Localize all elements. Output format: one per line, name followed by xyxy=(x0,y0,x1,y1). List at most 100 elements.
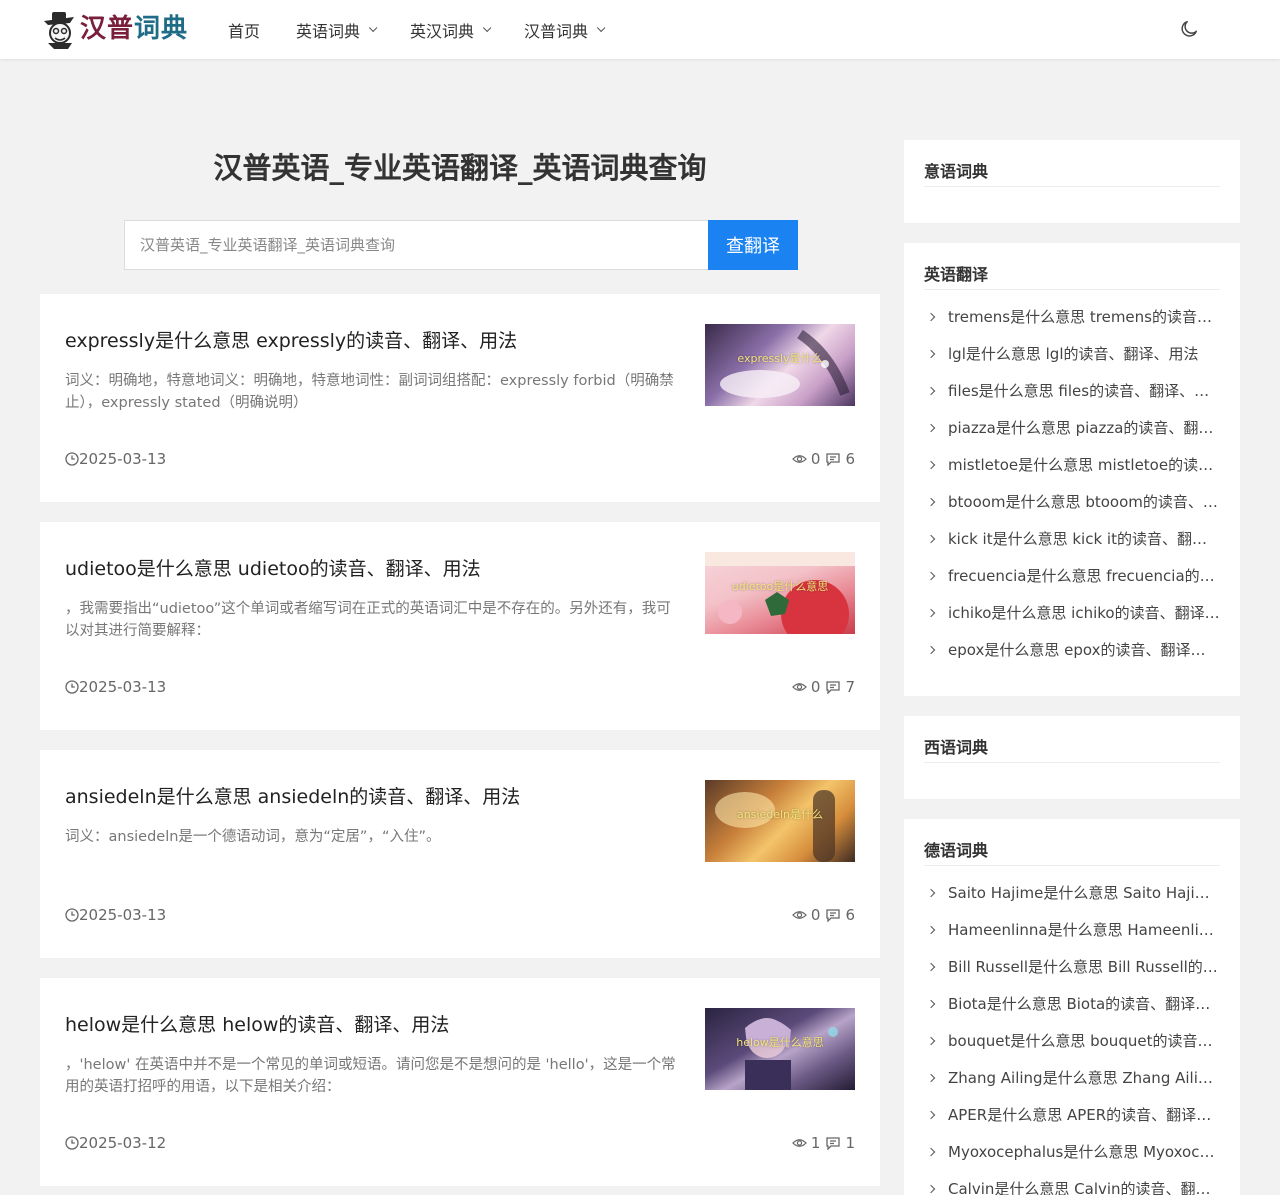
nav-item-label: 英汉词典 xyxy=(410,21,475,41)
logo-text-part-2: 词典 xyxy=(134,14,189,44)
chevron-right-icon xyxy=(926,386,936,395)
nav-item-home[interactable]: 首页 xyxy=(228,18,260,42)
widget-link[interactable]: Myoxocephalus是什么意思 Myoxocephalus的读音、翻译、用… xyxy=(924,1133,1220,1170)
widget-link[interactable]: piazza是什么意思 piazza的读音、翻译、用法 xyxy=(924,409,1220,446)
widget-link[interactable]: btooom是什么意思 btooom的读音、翻译、用法 xyxy=(924,483,1220,520)
post-stats: 0 6 xyxy=(791,906,855,924)
widget-link[interactable]: APER是什么意思 APER的读音、翻译、用法 xyxy=(924,1096,1220,1133)
search-form: 查翻译 xyxy=(124,220,798,270)
widget-link[interactable]: mistletoe是什么意思 mistletoe的读音、翻译、用法 xyxy=(924,446,1220,483)
chevron-right-icon xyxy=(926,645,936,654)
widget-link-text: Bill Russell是什么意思 Bill Russell的读音、翻译、用法 xyxy=(948,958,1220,976)
widget-link[interactable]: files是什么意思 files的读音、翻译、用法 xyxy=(924,372,1220,409)
post-list: expressly是什么意思 expressly的读音、翻译、用法 词义：明确地… xyxy=(40,294,880,1195)
post-date: 2025-03-13 xyxy=(65,906,166,924)
widget-link[interactable]: ichiko是什么意思 ichiko的读音、翻译、用法 xyxy=(924,594,1220,631)
widget-link-text: kick it是什么意思 kick it的读音、翻译、用法 xyxy=(948,530,1220,548)
post-card: expressly是什么意思 expressly的读音、翻译、用法 词义：明确地… xyxy=(40,294,880,502)
thumbnail-caption: helow是什么意思 xyxy=(736,1036,824,1049)
comment-count: 7 xyxy=(845,678,855,696)
logo-mascot-icon xyxy=(40,9,78,49)
post-title[interactable]: expressly是什么意思 expressly的读音、翻译、用法 xyxy=(65,326,685,353)
post-thumbnail[interactable]: ansiedeln是什么 xyxy=(705,780,855,862)
widget-link[interactable]: epox是什么意思 epox的读音、翻译、用法 xyxy=(924,631,1220,668)
chevron-down-icon xyxy=(482,23,492,32)
post-title[interactable]: ansiedeln是什么意思 ansiedeln的读音、翻译、用法 xyxy=(65,782,685,809)
site-logo[interactable]: 汉普词典 xyxy=(40,8,188,50)
view-count: 0 xyxy=(810,906,821,924)
widget-link[interactable]: Zhang Ailing是什么意思 Zhang Ailing的读音、翻译、用法 xyxy=(924,1059,1220,1096)
view-count: 1 xyxy=(810,1134,821,1152)
chevron-right-icon xyxy=(926,571,936,580)
widget-link-text: frecuencia是什么意思 frecuencia的读音、翻译、用法 xyxy=(948,567,1220,585)
comment-icon xyxy=(826,1136,841,1150)
widget-link[interactable]: lgl是什么意思 lgl的读音、翻译、用法 xyxy=(924,335,1220,372)
post-date: 2025-03-13 xyxy=(65,450,166,468)
nav-item-hanpu-dict[interactable]: 汉普词典 xyxy=(524,18,606,42)
comment-count: 6 xyxy=(845,906,855,924)
widget-title: 英语翻译 xyxy=(924,243,1220,290)
widget-spanish-dict: 西语词典 xyxy=(904,716,1240,799)
main-nav: 首页 英语词典 英汉词典 汉普词典 xyxy=(228,0,638,59)
nav-item-en-cn-dict[interactable]: 英汉词典 xyxy=(410,18,492,42)
eye-icon xyxy=(791,455,807,463)
post-date-text: 2025-03-13 xyxy=(79,906,167,924)
chevron-right-icon xyxy=(926,925,936,934)
post-date: 2025-03-12 xyxy=(65,1134,166,1152)
widget-link[interactable]: Saito Hajime是什么意思 Saito Hajime的读音、翻译、用法 xyxy=(924,874,1220,911)
post-stats: 0 6 xyxy=(791,450,855,468)
post-thumbnail[interactable]: udietoo是什么意思 xyxy=(705,552,855,634)
moon-icon[interactable] xyxy=(1178,18,1200,40)
widget-link[interactable]: Hameenlinna是什么意思 Hameenlinna的读音、翻译、用法 xyxy=(924,911,1220,948)
chevron-right-icon xyxy=(926,1147,936,1156)
clock-icon xyxy=(65,680,79,694)
post-excerpt: 词义：ansiedeln是一个德语动词，意为“定居”，“入住”。 xyxy=(65,829,441,845)
comment-icon xyxy=(826,680,841,694)
chevron-right-icon xyxy=(926,534,936,543)
post-title[interactable]: helow是什么意思 helow的读音、翻译、用法 xyxy=(65,1010,685,1037)
clock-icon xyxy=(65,908,79,922)
nav-item-label: 英语词典 xyxy=(296,21,361,41)
post-excerpt: ，我需要指出“udietoo”这个单词或者缩写词在正式的英语词汇中是不存在的。另… xyxy=(65,601,671,639)
widget-title: 西语词典 xyxy=(924,716,1220,763)
search-input[interactable] xyxy=(124,220,708,270)
post-date-text: 2025-03-13 xyxy=(79,450,167,468)
logo-text-part-1: 汉普 xyxy=(80,14,135,44)
post-date-text: 2025-03-12 xyxy=(79,1134,167,1152)
search-button[interactable]: 查翻译 xyxy=(708,220,798,270)
widget-link-text: piazza是什么意思 piazza的读音、翻译、用法 xyxy=(948,419,1220,437)
post-excerpt: ，'helow' 在英语中并不是一个常见的单词或短语。请问您是不是想问的是 'h… xyxy=(65,1057,676,1095)
widget-link[interactable]: tremens是什么意思 tremens的读音、翻译、用法 xyxy=(924,298,1220,335)
view-count: 0 xyxy=(810,678,821,696)
nav-item-english-dict[interactable]: 英语词典 xyxy=(296,18,378,42)
widget-title: 意语词典 xyxy=(924,140,1220,187)
chevron-down-icon xyxy=(368,23,378,32)
widget-link[interactable]: kick it是什么意思 kick it的读音、翻译、用法 xyxy=(924,520,1220,557)
post-title[interactable]: udietoo是什么意思 udietoo的读音、翻译、用法 xyxy=(65,554,685,581)
post-thumbnail[interactable]: helow是什么意思 xyxy=(705,1008,855,1090)
chevron-right-icon xyxy=(926,1073,936,1082)
widget-link[interactable]: Calvin是什么意思 Calvin的读音、翻译、用法 xyxy=(924,1170,1220,1195)
chevron-right-icon xyxy=(926,1184,936,1193)
comment-icon xyxy=(826,452,841,466)
post-card: ansiedeln是什么意思 ansiedeln的读音、翻译、用法 词义：ans… xyxy=(40,750,880,958)
post-card: helow是什么意思 helow的读音、翻译、用法 ，'helow' 在英语中并… xyxy=(40,978,880,1186)
chevron-right-icon xyxy=(926,1110,936,1119)
widget-link-text: tremens是什么意思 tremens的读音、翻译、用法 xyxy=(948,308,1220,326)
widget-link[interactable]: Bill Russell是什么意思 Bill Russell的读音、翻译、用法 xyxy=(924,948,1220,985)
chevron-right-icon xyxy=(926,349,936,358)
widget-link[interactable]: frecuencia是什么意思 frecuencia的读音、翻译、用法 xyxy=(924,557,1220,594)
widget-link-text: Calvin是什么意思 Calvin的读音、翻译、用法 xyxy=(948,1180,1220,1195)
widget-title: 德语词典 xyxy=(924,819,1220,866)
comment-icon xyxy=(826,908,841,922)
post-date-text: 2025-03-13 xyxy=(79,678,167,696)
thumbnail-caption: expressly是什么 xyxy=(737,352,823,365)
widget-link-text: Zhang Ailing是什么意思 Zhang Ailing的读音、翻译、用法 xyxy=(948,1069,1220,1087)
clock-icon xyxy=(65,1136,79,1150)
widget-link[interactable]: bouquet是什么意思 bouquet的读音、翻译、用法 xyxy=(924,1022,1220,1059)
post-thumbnail[interactable]: expressly是什么 xyxy=(705,324,855,406)
comment-count: 1 xyxy=(845,1134,855,1152)
widget-link-text: Biota是什么意思 Biota的读音、翻译、用法 xyxy=(948,995,1220,1013)
widget-german-dict: 德语词典 Saito Hajime是什么意思 Saito Hajime的读音、翻… xyxy=(904,819,1240,1195)
widget-link[interactable]: Biota是什么意思 Biota的读音、翻译、用法 xyxy=(924,985,1220,1022)
